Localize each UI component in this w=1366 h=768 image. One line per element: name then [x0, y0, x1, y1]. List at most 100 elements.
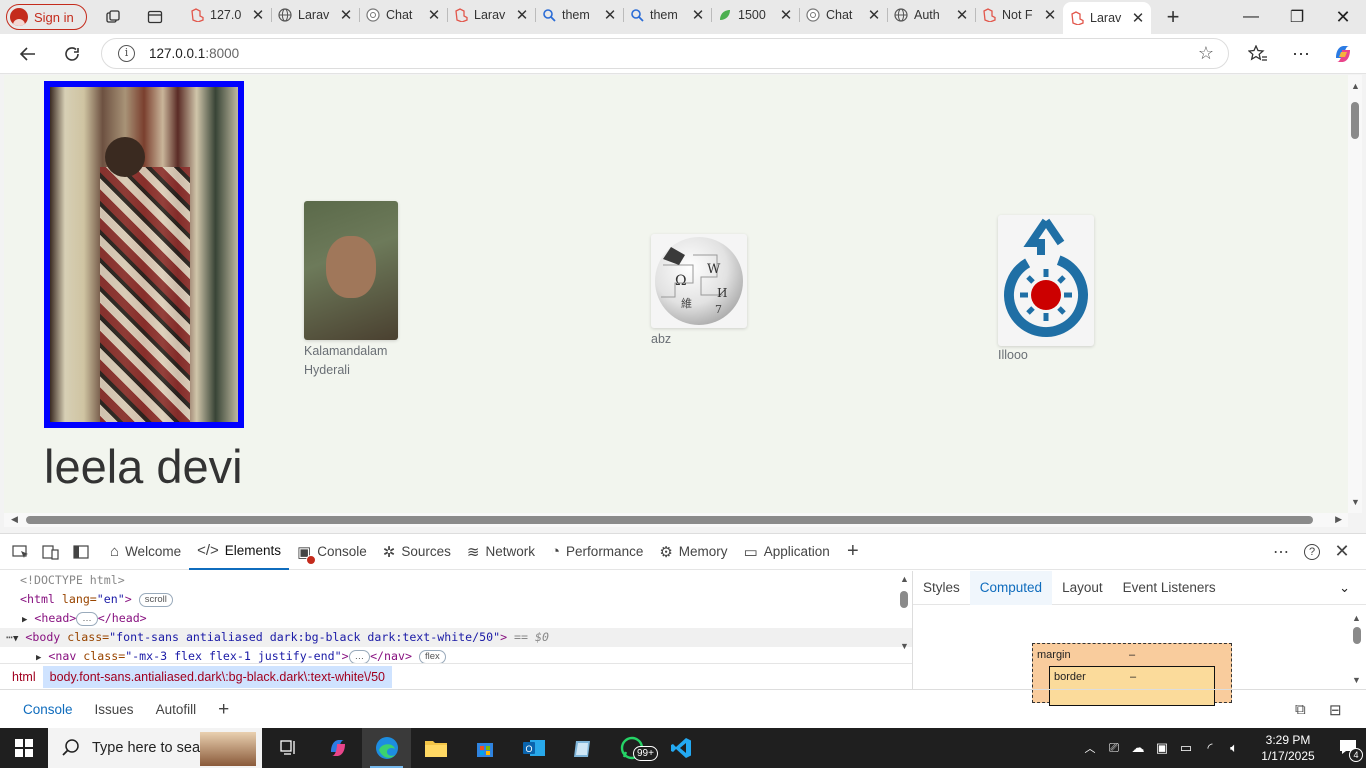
vscode-icon[interactable]	[656, 728, 705, 768]
close-tab-icon[interactable]: ✕	[339, 6, 353, 24]
browser-tab[interactable]: them ✕	[623, 0, 711, 30]
back-button[interactable]	[14, 40, 42, 68]
drawer-add-icon[interactable]: +	[207, 699, 240, 721]
undock-icon[interactable]: ⧉	[1295, 701, 1306, 718]
close-tab-icon[interactable]: ✕	[427, 6, 441, 24]
tab-computed[interactable]: Computed	[969, 570, 1053, 605]
more-options-icon[interactable]: ⋯	[1266, 537, 1296, 567]
close-tab-icon[interactable]: ✕	[1131, 9, 1145, 27]
tab-styles[interactable]: Styles	[913, 571, 970, 605]
drawer-tab-autofill[interactable]: Autofill	[145, 702, 208, 717]
browser-tab[interactable]: 127.0 ✕	[183, 0, 271, 30]
tab-network[interactable]: ≋ Network	[459, 534, 543, 570]
browser-tab[interactable]: Chat ✕	[799, 0, 887, 30]
tab-welcome[interactable]: ⌂ Welcome	[102, 534, 189, 570]
browser-tab[interactable]: them ✕	[535, 0, 623, 30]
notes-app-icon[interactable]	[558, 728, 607, 768]
tab-application[interactable]: ▭ Application	[736, 534, 838, 570]
scroll-badge[interactable]: scroll	[138, 592, 173, 607]
start-button[interactable]	[0, 728, 48, 768]
dom-doctype[interactable]: <!DOCTYPE html>	[0, 571, 912, 590]
drawer-tab-console[interactable]: Console	[12, 702, 84, 717]
chevron-down-icon[interactable]: ⌄	[1339, 580, 1350, 596]
tab-performance[interactable]: ◔ Performance	[543, 534, 651, 570]
tab-event-listeners[interactable]: Event Listeners	[1113, 571, 1226, 605]
whatsapp-icon[interactable]: 99+	[607, 728, 658, 768]
tab-memory[interactable]: ⚙ Memory	[651, 534, 735, 570]
close-tab-icon[interactable]: ✕	[603, 6, 617, 24]
close-window-icon[interactable]: ✕	[1320, 0, 1366, 34]
sidebar-scrollbar[interactable]: ▲ ▼	[1351, 613, 1363, 687]
breadcrumb-body[interactable]: body.font-sans.antialiased.dark\:bg-blac…	[42, 665, 392, 688]
dom-nav-node[interactable]: ▶ <nav class="-mx-3 flex flex-1 justify-…	[0, 647, 912, 663]
volume-icon[interactable]: 🔈︎	[1222, 740, 1246, 756]
settings-more-icon[interactable]: ⋯	[1287, 40, 1315, 68]
browser-tab[interactable]: Not F ✕	[975, 0, 1063, 30]
task-manager-icon[interactable]: ▣	[1150, 740, 1174, 756]
close-tab-icon[interactable]: ✕	[955, 6, 969, 24]
browser-tab[interactable]: Larav ✕	[1063, 2, 1151, 34]
close-tab-icon[interactable]: ✕	[867, 6, 881, 24]
dom-tree[interactable]: <!DOCTYPE html> <html lang="en"> scroll …	[0, 571, 912, 663]
browser-tab[interactable]: Chat ✕	[359, 0, 447, 30]
tab-layout[interactable]: Layout	[1052, 571, 1113, 605]
refresh-button[interactable]	[58, 40, 86, 68]
card-hyderali[interactable]: Kalamandalam Hyderali	[304, 201, 398, 380]
vertical-tabs-icon[interactable]	[141, 3, 169, 31]
breadcrumb-html[interactable]: html	[5, 666, 43, 688]
toggle-sidebar-icon[interactable]	[66, 537, 96, 567]
new-tab-button[interactable]: +	[1159, 4, 1187, 30]
inspect-element-icon[interactable]	[6, 537, 36, 567]
minimize-icon[interactable]: —	[1228, 0, 1274, 34]
dom-body-node[interactable]: ⋯▼ <body class="font-sans antialiased da…	[0, 628, 912, 647]
tab-elements[interactable]: </> Elements	[189, 534, 290, 570]
copilot-taskbar-icon[interactable]	[313, 728, 362, 768]
add-tab-icon[interactable]: +	[838, 537, 868, 567]
wifi-icon[interactable]: ◜	[1198, 740, 1222, 756]
dom-head-node[interactable]: ▶ <head>… </head>	[0, 609, 912, 628]
notifications-icon[interactable]: 4	[1330, 739, 1366, 762]
featured-portrait-image[interactable]	[44, 81, 244, 428]
workspaces-icon[interactable]	[99, 3, 127, 31]
dom-html-node[interactable]: <html lang="en"> scroll	[0, 590, 912, 609]
close-tab-icon[interactable]: ✕	[251, 6, 265, 24]
favorite-star-icon[interactable]: ☆	[1198, 43, 1214, 64]
browser-tab[interactable]: 1500 ✕	[711, 0, 799, 30]
close-tab-icon[interactable]: ✕	[691, 6, 705, 24]
help-icon[interactable]: ?	[1297, 537, 1327, 567]
close-tab-icon[interactable]: ✕	[515, 6, 529, 24]
clock[interactable]: 3:29 PM 1/17/2025	[1246, 732, 1330, 764]
taskbar-search-input[interactable]: Type here to search	[48, 728, 262, 768]
task-view-icon[interactable]	[264, 728, 313, 768]
restore-icon[interactable]: ❐	[1274, 0, 1320, 34]
browser-tab[interactable]: Larav ✕	[271, 0, 359, 30]
card-commons[interactable]: Illooo	[998, 215, 1094, 365]
drawer-tab-issues[interactable]: Issues	[84, 702, 145, 717]
page-vertical-scrollbar[interactable]: ▲ ▼	[1348, 75, 1362, 513]
meet-now-icon[interactable]: ⎚	[1102, 740, 1126, 756]
battery-icon[interactable]: ▭	[1174, 740, 1198, 756]
copilot-button[interactable]	[1329, 40, 1357, 68]
chevron-up-icon[interactable]: ︿	[1078, 740, 1102, 756]
close-devtools-icon[interactable]: ✕	[1327, 537, 1357, 567]
dom-scrollbar[interactable]: ▲ ▼	[898, 574, 910, 654]
favorites-button[interactable]	[1244, 40, 1272, 68]
close-tab-icon[interactable]: ✕	[1043, 6, 1057, 24]
page-horizontal-scrollbar[interactable]: ◀ ▶	[4, 513, 1348, 527]
browser-tab[interactable]: Auth ✕	[887, 0, 975, 30]
close-tab-icon[interactable]: ✕	[779, 6, 793, 24]
outlook-icon[interactable]: O	[509, 728, 558, 768]
browser-tab[interactable]: Larav ✕	[447, 0, 535, 30]
onedrive-icon[interactable]: ☁	[1126, 740, 1150, 756]
device-emulation-icon[interactable]	[36, 537, 66, 567]
card-wikipedia[interactable]: Ω W И 維 7 abz	[651, 234, 747, 349]
url-input[interactable]: i 127.0.0.1:8000 ☆	[101, 38, 1229, 69]
store-icon[interactable]	[460, 728, 509, 768]
site-info-icon[interactable]: i	[118, 45, 135, 62]
file-explorer-icon[interactable]	[411, 728, 460, 768]
tab-sources[interactable]: ✲ Sources	[375, 534, 459, 570]
sign-in-button[interactable]: Sign in	[6, 4, 87, 30]
edge-taskbar-icon[interactable]	[362, 728, 411, 768]
collapse-drawer-icon[interactable]: ⊟	[1329, 701, 1342, 719]
tab-console[interactable]: ▣ Console	[289, 534, 375, 570]
